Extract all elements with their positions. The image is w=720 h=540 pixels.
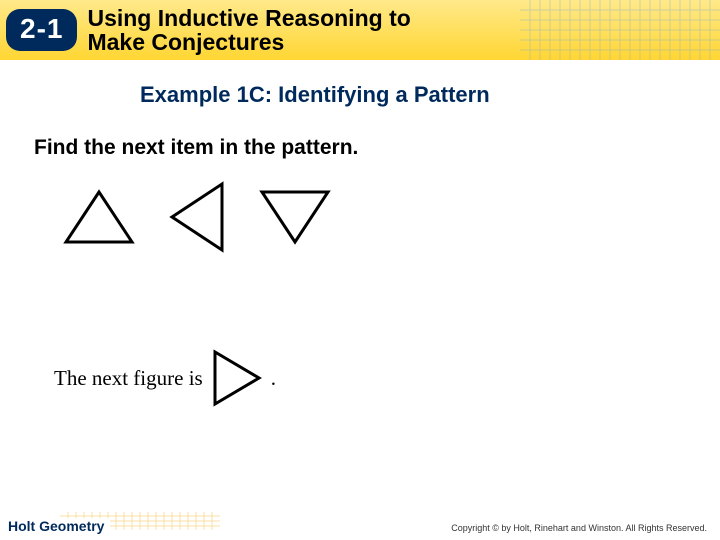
section-number-badge: 2-1 bbox=[6, 9, 77, 51]
lesson-title: Using Inductive Reasoning to Make Conjec… bbox=[87, 6, 410, 54]
triangle-left-icon bbox=[166, 178, 228, 256]
triangle-right-icon bbox=[209, 346, 265, 410]
example-title: Example 1C: Identifying a Pattern bbox=[140, 82, 720, 108]
lesson-title-line2: Make Conjectures bbox=[87, 29, 284, 55]
header-grid-decoration bbox=[520, 0, 720, 60]
lesson-title-line1: Using Inductive Reasoning to bbox=[87, 5, 410, 31]
footer: Holt Geometry Copyright © by Holt, Rineh… bbox=[0, 510, 720, 540]
instruction-text: Find the next item in the pattern. bbox=[34, 136, 720, 160]
answer-period: . bbox=[271, 366, 276, 391]
header-bar: 2-1 Using Inductive Reasoning to Make Co… bbox=[0, 0, 720, 60]
pattern-sequence bbox=[60, 178, 720, 256]
footer-brand: Holt Geometry bbox=[8, 518, 110, 534]
footer-copyright: Copyright © by Holt, Rinehart and Winsto… bbox=[448, 522, 710, 534]
answer-row: The next figure is . bbox=[54, 346, 720, 410]
triangle-up-icon bbox=[60, 186, 138, 248]
triangle-down-icon bbox=[256, 186, 334, 248]
answer-text: The next figure is bbox=[54, 366, 203, 391]
